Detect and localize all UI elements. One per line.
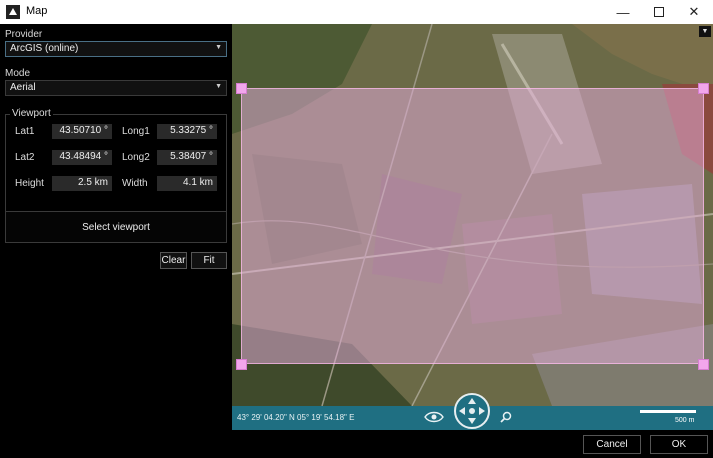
height-field[interactable]: 2.5 km: [52, 176, 112, 191]
viewport-handle-bottom-left[interactable]: [236, 359, 247, 370]
viewport-handle-top-right[interactable]: [698, 83, 709, 94]
viewport-handle-top-left[interactable]: [236, 83, 247, 94]
chevron-down-icon: ▼: [215, 44, 222, 51]
settings-panel: Provider ArcGIS (online) ▼ Mode Aerial ▼…: [0, 24, 232, 430]
map-options-button[interactable]: ▼: [699, 26, 711, 37]
window-title: Map: [26, 5, 48, 17]
lat2-label: Lat2: [15, 152, 35, 163]
dialog-footer: Cancel OK: [0, 430, 713, 458]
cancel-button[interactable]: Cancel: [583, 435, 641, 454]
lat2-field[interactable]: 43.48494 °: [52, 150, 112, 165]
clear-button[interactable]: Clear: [160, 252, 187, 269]
width-field[interactable]: 4.1 km: [157, 176, 217, 191]
mode-select[interactable]: Aerial ▼: [5, 80, 227, 96]
long1-field[interactable]: 5.33275 °: [157, 124, 217, 139]
minimize-icon: —: [616, 4, 630, 20]
scale-label: 500 m: [675, 417, 695, 424]
lat1-label: Lat1: [15, 126, 35, 137]
close-button[interactable]: ✕: [678, 0, 710, 24]
lat1-field[interactable]: 43.50710 °: [52, 124, 112, 139]
provider-label: Provider: [5, 29, 43, 40]
long2-label: Long2: [122, 152, 150, 163]
viewport-selection[interactable]: [241, 88, 704, 364]
minimize-button[interactable]: —: [607, 0, 639, 24]
viewport-group-title: Viewport: [10, 108, 53, 119]
chevron-down-icon: ▼: [215, 83, 222, 90]
title-bar: Map — ✕: [0, 0, 713, 24]
maximize-icon: [654, 7, 664, 17]
scale-bar: [640, 410, 696, 413]
cursor-coordinates: 43° 29' 04.20" N 05° 19' 54.18" E: [237, 413, 355, 422]
select-viewport-button[interactable]: Select viewport: [5, 211, 227, 243]
mode-label: Mode: [5, 68, 31, 79]
viewport-group: Viewport Lat1 43.50710 ° Long1 5.33275 °…: [5, 108, 227, 226]
mode-value: Aerial: [10, 82, 36, 93]
pan-control[interactable]: [454, 393, 490, 429]
fit-button[interactable]: Fit: [191, 252, 227, 269]
long1-label: Long1: [122, 126, 150, 137]
eye-icon[interactable]: [424, 411, 444, 423]
map-view[interactable]: ▼ 43° 29' 04.20" N 05° 19' 54.18" E 500 …: [232, 24, 713, 430]
provider-value: ArcGIS (online): [10, 43, 79, 54]
height-label: Height: [15, 178, 44, 189]
maximize-button[interactable]: [643, 0, 675, 24]
ok-button[interactable]: OK: [650, 435, 708, 454]
map-toolbar: 43° 29' 04.20" N 05° 19' 54.18" E 500 m: [232, 393, 713, 430]
app-logo-icon: [6, 5, 20, 19]
viewport-handle-bottom-right[interactable]: [698, 359, 709, 370]
width-label: Width: [122, 178, 148, 189]
close-icon: ✕: [688, 4, 700, 19]
long2-field[interactable]: 5.38407 °: [157, 150, 217, 165]
pan-arrows-icon: [459, 398, 485, 424]
chevron-down-icon: ▼: [701, 28, 709, 35]
search-icon[interactable]: [500, 411, 512, 423]
provider-select[interactable]: ArcGIS (online) ▼: [5, 41, 227, 57]
